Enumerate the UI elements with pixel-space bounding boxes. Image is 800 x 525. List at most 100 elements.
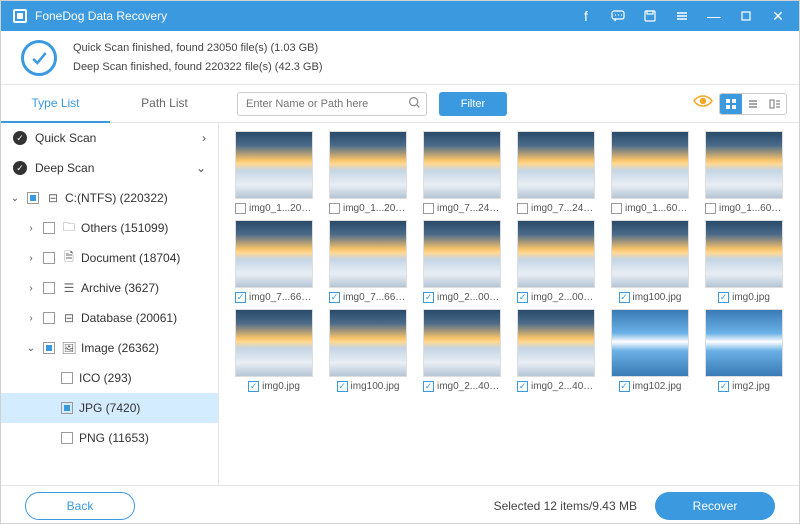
file-thumbnail[interactable] (611, 131, 689, 199)
file-checkbox[interactable]: ✓ (619, 381, 630, 392)
search-icon[interactable] (408, 96, 421, 112)
file-checkbox[interactable]: ✓ (718, 381, 729, 392)
minimize-icon[interactable]: — (705, 7, 723, 25)
file-cell: ✓img0_7...24.jpg (417, 131, 507, 214)
tree-database[interactable]: › ⊟ Database (20061) (1, 303, 218, 333)
close-icon[interactable]: ✕ (769, 7, 787, 25)
file-thumbnail[interactable] (329, 131, 407, 199)
file-name: img0_7...66.jpg (343, 292, 407, 303)
file-checkbox[interactable]: ✓ (235, 292, 246, 303)
file-thumbnail[interactable] (705, 131, 783, 199)
tree-png[interactable]: PNG (11653) (1, 423, 218, 453)
file-name: img0_1...60.jpg (719, 203, 783, 214)
file-cell: ✓img0_7...24.jpg (511, 131, 601, 214)
checkbox[interactable] (61, 372, 73, 384)
file-thumbnail[interactable] (235, 131, 313, 199)
file-name: img0_1...60.jpg (625, 203, 689, 214)
archive-icon: ☰ (61, 281, 77, 295)
checkbox[interactable] (43, 282, 55, 294)
checkbox-partial[interactable] (43, 342, 55, 354)
tree-deep-scan[interactable]: ✓ Deep Scan ⌄ (1, 153, 218, 183)
folder-icon: 🗀 (61, 218, 77, 239)
file-thumbnail[interactable] (517, 220, 595, 288)
tree-drive[interactable]: ⌄ ⊟ C:(NTFS) (220322) (1, 183, 218, 213)
file-cell: ✓img0_7...66.jpg (229, 220, 319, 303)
file-cell: ✓img102.jpg (605, 309, 695, 392)
file-checkbox[interactable]: ✓ (718, 292, 729, 303)
file-checkbox[interactable]: ✓ (423, 292, 434, 303)
file-name: img0.jpg (262, 381, 300, 392)
tree-ico[interactable]: ICO (293) (1, 363, 218, 393)
tree-archive[interactable]: › ☰ Archive (3627) (1, 273, 218, 303)
feedback-icon[interactable] (609, 7, 627, 25)
tree-label: ICO (293) (79, 371, 132, 385)
checkbox-partial[interactable] (27, 192, 39, 204)
back-button[interactable]: Back (25, 492, 135, 520)
tree-others[interactable]: › 🗀 Others (151099) (1, 213, 218, 243)
save-icon[interactable] (641, 7, 659, 25)
file-thumbnail[interactable] (517, 309, 595, 377)
file-cell: ✓img0_1...60.jpg (699, 131, 789, 214)
file-thumbnail[interactable] (329, 220, 407, 288)
file-checkbox[interactable]: ✓ (248, 381, 259, 392)
view-mode-toggle (719, 93, 787, 115)
file-thumbnail[interactable] (611, 309, 689, 377)
file-thumbnail[interactable] (611, 220, 689, 288)
file-checkbox[interactable]: ✓ (517, 381, 528, 392)
maximize-icon[interactable] (737, 7, 755, 25)
file-thumbnail[interactable] (517, 131, 595, 199)
recover-button[interactable]: Recover (655, 492, 775, 520)
file-checkbox[interactable]: ✓ (235, 203, 246, 214)
file-checkbox[interactable]: ✓ (329, 203, 340, 214)
file-cell: ✓img0_7...66.jpg (323, 220, 413, 303)
file-thumbnail[interactable] (705, 309, 783, 377)
tree-document[interactable]: › 🗎 Document (18704) (1, 243, 218, 273)
file-checkbox[interactable]: ✓ (423, 381, 434, 392)
menu-icon[interactable] (673, 7, 691, 25)
file-name: img100.jpg (633, 292, 682, 303)
file-checkbox[interactable]: ✓ (337, 381, 348, 392)
app-logo-icon (13, 9, 27, 23)
facebook-icon[interactable]: f (577, 7, 595, 25)
tab-type-list[interactable]: Type List (1, 85, 110, 123)
checkbox[interactable] (43, 312, 55, 324)
file-thumbnail[interactable] (235, 220, 313, 288)
file-thumbnail[interactable] (235, 309, 313, 377)
file-thumbnail[interactable] (329, 309, 407, 377)
search-input[interactable] (237, 92, 427, 116)
file-checkbox[interactable]: ✓ (619, 292, 630, 303)
checkbox[interactable] (61, 432, 73, 444)
file-thumbnail[interactable] (423, 309, 501, 377)
preview-eye-icon[interactable] (693, 94, 713, 113)
tab-path-list[interactable]: Path List (110, 85, 219, 123)
tree-quick-scan[interactable]: ✓ Quick Scan › (1, 123, 218, 153)
checkbox[interactable] (43, 252, 55, 264)
view-grid-icon[interactable] (720, 94, 742, 114)
check-dot-icon: ✓ (13, 161, 27, 175)
file-checkbox[interactable]: ✓ (705, 203, 716, 214)
file-thumbnail[interactable] (423, 131, 501, 199)
file-checkbox[interactable]: ✓ (611, 203, 622, 214)
file-thumbnail[interactable] (423, 220, 501, 288)
scan-status-bar: Quick Scan finished, found 23050 file(s)… (1, 31, 799, 85)
filter-button[interactable]: Filter (439, 92, 507, 116)
checkbox-partial[interactable] (61, 402, 73, 414)
chevron-right-icon: › (25, 223, 37, 234)
view-detail-icon[interactable] (764, 94, 786, 114)
chevron-right-icon: › (25, 313, 37, 324)
tree-jpg[interactable]: JPG (7420) (1, 393, 218, 423)
file-checkbox[interactable]: ✓ (517, 203, 528, 214)
view-list-icon[interactable] (742, 94, 764, 114)
checkbox[interactable] (43, 222, 55, 234)
file-name: img0_2...40.jpg (531, 381, 595, 392)
scan-complete-icon (21, 40, 57, 76)
check-dot-icon: ✓ (13, 131, 27, 145)
file-name: img102.jpg (633, 381, 682, 392)
file-checkbox[interactable]: ✓ (423, 203, 434, 214)
file-checkbox[interactable]: ✓ (517, 292, 528, 303)
file-thumbnail[interactable] (705, 220, 783, 288)
tree-image[interactable]: ⌄ 🖼 Image (26362) (1, 333, 218, 363)
document-icon: 🗎 (61, 248, 77, 269)
file-checkbox[interactable]: ✓ (329, 292, 340, 303)
file-name: img0_7...24.jpg (437, 203, 501, 214)
